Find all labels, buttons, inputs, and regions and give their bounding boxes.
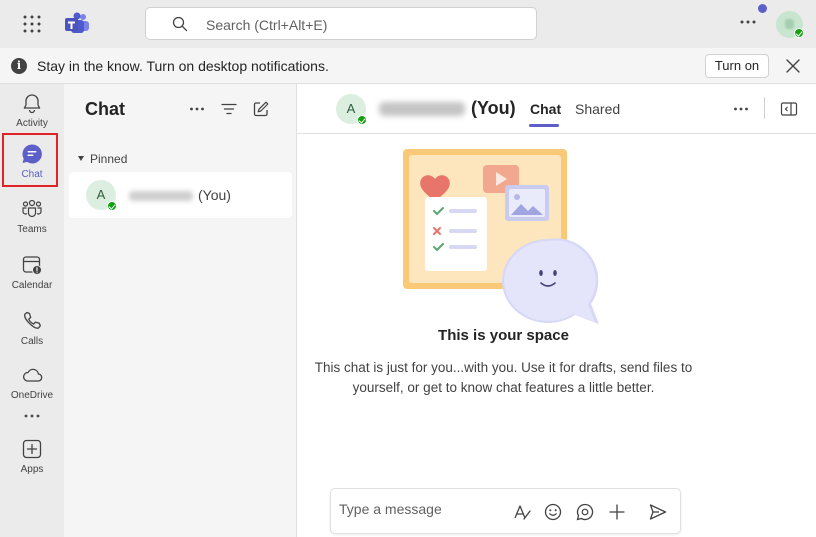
you-suffix: (You) [198,187,231,203]
chevron-down-icon [78,156,84,162]
side-panel-icon[interactable] [780,100,798,118]
conversation-pane: A (You) Chat Shared This is your space T… [297,84,816,537]
active-highlight-box [2,133,58,187]
search-box[interactable]: Search (Ctrl+Alt+E) [145,7,537,40]
chat-list-pane: Chat Pinned A (You) [64,84,297,537]
presence-available-icon [107,201,117,211]
avatar-initial: A [346,101,356,116]
chat-list-title: Chat [85,99,125,119]
you-suffix: (You) [471,98,516,118]
message-composer [330,488,681,534]
close-icon[interactable] [785,58,801,74]
notification-banner: i Stay in the know. Turn on desktop noti… [0,48,816,84]
rail-label: Apps [20,464,44,475]
bell-icon [23,94,41,114]
plus-icon[interactable] [607,502,627,522]
rail-item-calendar[interactable]: Calendar [0,250,64,302]
search-icon [172,16,188,32]
search-placeholder: Search (Ctrl+Alt+E) [206,17,328,33]
rail-label: OneDrive [10,390,54,401]
notification-dot [758,4,767,13]
turn-on-button[interactable]: Turn on [705,54,769,78]
banner-message: Stay in the know. Turn on desktop notifi… [37,58,329,74]
rail-item-calls[interactable]: Calls [0,306,64,358]
pinned-label: Pinned [90,152,128,166]
teams-logo-icon [65,12,89,33]
empty-state-description: This chat is just for you...with you. Us… [314,360,693,395]
chat-list-item[interactable]: A (You) [69,172,292,218]
rail-label: Teams [17,224,47,235]
profile-avatar[interactable] [776,11,804,38]
blurred-name [129,191,193,202]
new-chat-icon[interactable] [252,100,270,118]
add-apps-icon [22,439,42,459]
conversation-header: A (You) Chat Shared [297,84,816,134]
tab-shared[interactable]: Shared [575,101,620,117]
empty-state-title: This is your space [438,327,569,344]
presence-available-icon [794,28,804,38]
format-icon[interactable] [512,502,532,522]
blurred-name [379,102,465,117]
active-tab-indicator [529,124,559,127]
emoji-icon[interactable] [543,502,563,522]
empty-state-illustration [403,149,599,324]
cloud-icon [22,368,43,382]
conversation-title: (You) [379,98,516,119]
rail-item-apps[interactable]: Apps [0,434,64,486]
app-launcher-icon[interactable] [22,14,42,34]
presence-available-icon [357,115,367,125]
more-apps-icon[interactable] [22,412,42,420]
rail-label: Activity [16,118,48,129]
chat-name: (You) [129,187,231,203]
more-options-icon[interactable] [188,100,206,118]
pinned-section-header[interactable]: Pinned [78,152,127,166]
message-input[interactable] [339,501,509,517]
title-bar: Search (Ctrl+Alt+E) [0,0,816,48]
rail-item-teams[interactable]: Teams [0,194,64,246]
avatar[interactable]: A [336,94,367,125]
filter-icon[interactable] [220,100,238,118]
phone-icon [24,311,41,329]
rail-item-onedrive[interactable]: OneDrive [0,360,64,412]
more-options-icon[interactable] [738,12,758,32]
loop-icon[interactable] [575,502,595,522]
info-icon: i [11,58,27,74]
tab-chat[interactable]: Chat [530,101,561,117]
avatar-initial: A [96,187,106,202]
header-divider [764,97,765,119]
send-icon[interactable] [648,502,668,522]
avatar: A [86,180,117,211]
teams-icon [22,199,42,218]
rail-label: Calendar [11,280,53,291]
more-options-icon[interactable] [732,100,750,118]
avatar-initial-blurred [785,19,794,29]
rail-label: Calls [20,336,44,347]
calendar-icon [22,256,42,275]
